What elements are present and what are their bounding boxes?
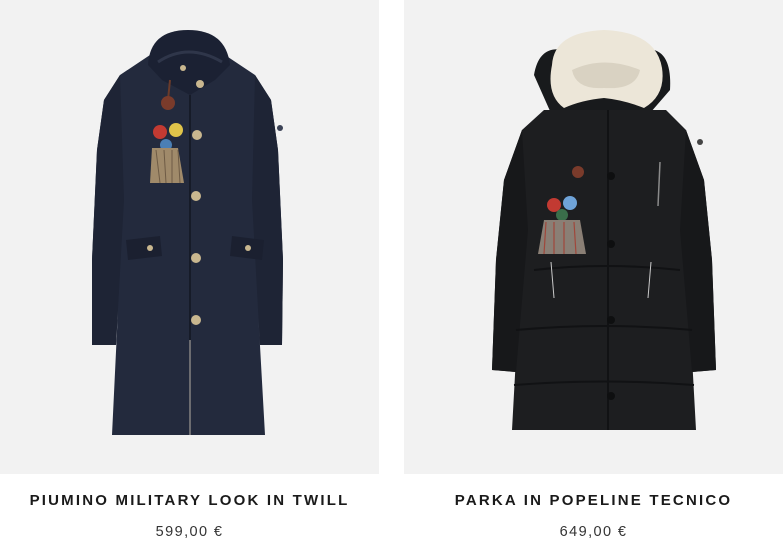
product-name[interactable]: PARKA IN POPELINE TECNICO [404,492,783,509]
product-name[interactable]: PIUMINO MILITARY LOOK IN TWILL [0,492,379,509]
black-parka-photo-icon [492,30,716,430]
product-price: 599,00 € [155,524,224,540]
navy-coat-photo-icon [92,30,283,435]
product-price: 649,00 € [559,524,628,540]
product-card[interactable]: PIUMINO MILITARY LOOK IN TWILL 599,00 € [0,0,379,549]
product-grid: PIUMINO MILITARY LOOK IN TWILL 599,00 € [0,0,783,549]
product-card[interactable]: PARKA IN POPELINE TECNICO 649,00 € [404,0,783,549]
product-image[interactable] [0,0,379,474]
product-image[interactable] [404,0,783,474]
